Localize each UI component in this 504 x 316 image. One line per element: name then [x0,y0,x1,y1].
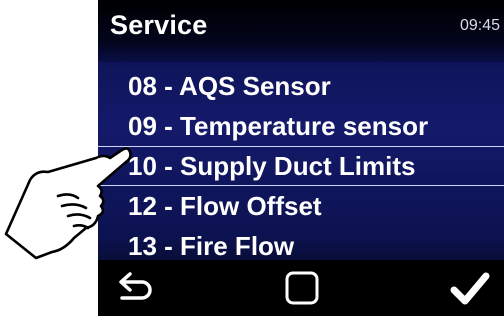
page-title: Service [110,10,208,40]
menu-item-supply-duct-limits[interactable]: 10 - Supply Duct Limits [98,146,504,186]
menu-item-label: 08 - AQS Sensor [128,71,331,101]
checkmark-icon [450,272,490,305]
menu-item-aqs-sensor[interactable]: 08 - AQS Sensor [98,66,504,106]
menu-item-label: 13 - Fire Flow [128,231,295,261]
service-screen: Service 09:45 08 - AQS Sensor 09 - Tempe… [98,0,504,316]
menu-item-label: 12 - Flow Offset [128,191,322,221]
square-icon [285,271,319,305]
pointing-hand-icon [0,140,140,285]
header-bar: Service 09:45 [98,0,504,62]
home-button[interactable] [280,268,324,308]
menu-item-label: 09 - Temperature sensor [128,111,429,141]
menu-item-label: 10 - Supply Duct Limits [128,151,416,181]
menu-item-temperature-sensor[interactable]: 09 - Temperature sensor [98,106,504,146]
confirm-button[interactable] [448,268,492,308]
menu-item-flow-offset[interactable]: 12 - Flow Offset [98,186,504,226]
clock-time: 09:45 [459,17,500,34]
footer-bar [98,260,504,316]
service-menu: 08 - AQS Sensor 09 - Temperature sensor … [98,66,504,266]
